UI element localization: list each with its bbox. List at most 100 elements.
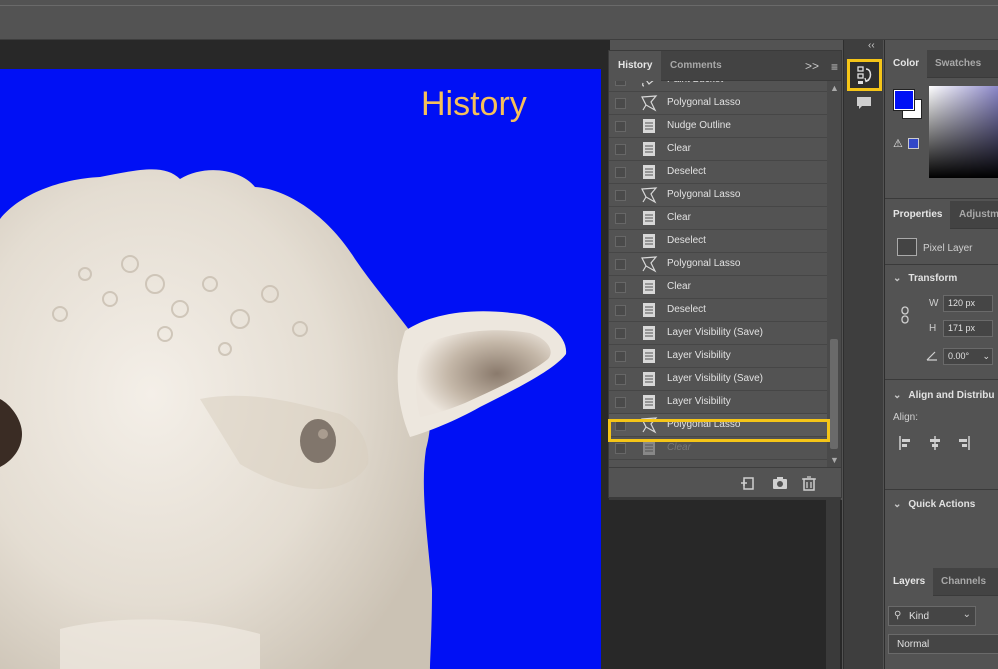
height-field[interactable]: 171 px bbox=[943, 320, 993, 337]
tab-color[interactable]: Color bbox=[885, 50, 928, 78]
history-state-row[interactable]: Nudge Outline bbox=[609, 115, 827, 138]
foreground-color-swatch[interactable] bbox=[893, 89, 915, 111]
chevron-down-icon: ⌄ bbox=[893, 273, 902, 284]
tab-swatches[interactable]: Swatches bbox=[927, 50, 989, 78]
empty-panel-area bbox=[608, 500, 842, 669]
tab-adjustments[interactable]: Adjustm bbox=[951, 201, 998, 229]
history-state-row[interactable]: Deselect bbox=[609, 161, 827, 184]
history-state-row[interactable]: Clear bbox=[609, 138, 827, 161]
history-footer bbox=[609, 467, 841, 497]
angle-field[interactable]: 0.00° ⌄ bbox=[943, 348, 993, 365]
history-state-label: Deselect bbox=[667, 166, 706, 177]
snapshot-source-checkbox[interactable] bbox=[615, 190, 626, 201]
panel-scrollbar[interactable] bbox=[826, 500, 840, 669]
chevron-down-icon: ⌄ bbox=[893, 390, 902, 401]
document-icon bbox=[640, 232, 658, 250]
snapshot-source-checkbox[interactable] bbox=[615, 259, 626, 270]
snapshot-source-checkbox[interactable] bbox=[615, 305, 626, 316]
camera-icon[interactable] bbox=[772, 475, 788, 491]
canvas-title-text: History bbox=[421, 85, 527, 123]
snapshot-source-checkbox[interactable] bbox=[615, 167, 626, 178]
history-state-label: Deselect bbox=[667, 235, 706, 246]
polygonal-lasso-icon bbox=[640, 186, 658, 204]
history-state-label: Clear bbox=[667, 212, 691, 223]
history-state-label: Polygonal Lasso bbox=[667, 258, 741, 269]
history-state-row[interactable]: Clear bbox=[609, 276, 827, 299]
blend-mode-select[interactable]: Normal bbox=[888, 634, 998, 654]
history-state-label: Layer Visibility bbox=[667, 396, 731, 407]
trash-icon[interactable] bbox=[801, 475, 817, 491]
transform-title: Transform bbox=[908, 273, 958, 284]
comment-icon[interactable] bbox=[856, 96, 872, 110]
scroll-down-icon[interactable]: ▼ bbox=[830, 455, 839, 465]
width-label: W bbox=[929, 298, 939, 309]
tab-channels[interactable]: Channels bbox=[933, 568, 994, 596]
paint-bucket-icon bbox=[640, 81, 658, 89]
history-state-label: Layer Visibility bbox=[667, 350, 731, 361]
snapshot-source-checkbox[interactable] bbox=[615, 213, 626, 224]
snapshot-source-checkbox[interactable] bbox=[615, 328, 626, 339]
history-state-row[interactable]: Deselect bbox=[609, 230, 827, 253]
history-state-row[interactable]: Polygonal Lasso bbox=[609, 92, 827, 115]
history-state-row[interactable]: Layer Visibility (Save) bbox=[609, 368, 827, 391]
width-field[interactable]: 120 px bbox=[943, 295, 993, 312]
align-left-icon[interactable] bbox=[899, 436, 913, 450]
align-horizontal-center-icon[interactable] bbox=[928, 436, 942, 450]
history-scrollbar[interactable]: ▲ ▼ bbox=[827, 81, 841, 467]
snapshot-source-checkbox[interactable] bbox=[615, 121, 626, 132]
history-state-row[interactable]: Polygonal Lasso bbox=[609, 184, 827, 207]
history-state-row[interactable]: Clear bbox=[609, 207, 827, 230]
out-of-gamut-warning-icon[interactable]: ⚠ bbox=[893, 137, 903, 150]
double-chevron-right-icon[interactable]: >> bbox=[805, 59, 819, 73]
layer-kind-filter[interactable]: ⚲ Kind ⌄ bbox=[888, 606, 976, 626]
snapshot-source-checkbox[interactable] bbox=[615, 397, 626, 408]
collapsed-panel-strip: ‹‹ bbox=[843, 40, 883, 669]
history-icon bbox=[857, 66, 872, 84]
snapshot-source-checkbox[interactable] bbox=[615, 236, 626, 247]
document-icon bbox=[640, 370, 658, 388]
color-picker-field[interactable] bbox=[929, 86, 998, 178]
snapshot-source-checkbox[interactable] bbox=[615, 282, 626, 293]
link-dimensions-icon[interactable] bbox=[900, 306, 910, 324]
snapshot-source-checkbox[interactable] bbox=[615, 98, 626, 109]
selected-state-highlight bbox=[608, 419, 830, 442]
quick-actions-section-header[interactable]: ⌄ Quick Actions bbox=[893, 499, 975, 510]
scroll-thumb[interactable] bbox=[830, 339, 838, 449]
blend-mode-value: Normal bbox=[897, 639, 930, 650]
history-state-row[interactable]: Deselect bbox=[609, 299, 827, 322]
document-canvas[interactable]: History bbox=[0, 69, 601, 669]
tab-comments[interactable]: Comments bbox=[661, 51, 731, 81]
snapshot-source-checkbox[interactable] bbox=[615, 81, 626, 86]
history-state-row[interactable]: Layer Visibility bbox=[609, 391, 827, 414]
chevron-down-icon: ⌄ bbox=[893, 499, 902, 510]
history-state-label: Clear bbox=[667, 442, 691, 453]
new-document-from-state-icon[interactable] bbox=[740, 475, 756, 491]
history-state-row[interactable]: Paint Bucket bbox=[609, 81, 827, 92]
collapse-panels-icon[interactable]: ‹‹ bbox=[868, 40, 875, 51]
history-state-row[interactable]: Polygonal Lasso bbox=[609, 253, 827, 276]
snapshot-source-checkbox[interactable] bbox=[615, 374, 626, 385]
scroll-up-icon[interactable]: ▲ bbox=[830, 83, 839, 93]
height-label: H bbox=[929, 323, 937, 334]
layers-panel-tabs: Layers Channels bbox=[885, 568, 998, 596]
history-list[interactable]: Paint Bucket Polygonal Lasso Nudge Outline… bbox=[609, 81, 827, 467]
web-safe-color-swatch[interactable] bbox=[908, 138, 919, 149]
transform-section-header[interactable]: ⌄ Transform bbox=[893, 273, 957, 284]
panel-menu-icon[interactable]: ≡ bbox=[831, 60, 838, 74]
chevron-down-icon: ⌄ bbox=[982, 351, 990, 361]
snapshot-source-checkbox[interactable] bbox=[615, 351, 626, 362]
tab-history[interactable]: History bbox=[609, 51, 662, 81]
tab-properties[interactable]: Properties bbox=[885, 201, 951, 229]
history-state-row[interactable]: Layer Visibility bbox=[609, 345, 827, 368]
tab-layers[interactable]: Layers bbox=[885, 568, 934, 596]
properties-panel-tabs: Properties Adjustm bbox=[885, 201, 998, 229]
history-state-label: Polygonal Lasso bbox=[667, 97, 741, 108]
align-section-header[interactable]: ⌄ Align and Distribu bbox=[893, 390, 995, 401]
history-panel-button[interactable] bbox=[847, 59, 882, 91]
snapshot-source-checkbox[interactable] bbox=[615, 144, 626, 155]
align-right-icon[interactable] bbox=[956, 436, 970, 450]
history-state-row[interactable]: Layer Visibility (Save) bbox=[609, 322, 827, 345]
pixel-layer-icon bbox=[897, 238, 917, 256]
snapshot-source-checkbox[interactable] bbox=[615, 443, 626, 454]
history-state-label: Clear bbox=[667, 143, 691, 154]
